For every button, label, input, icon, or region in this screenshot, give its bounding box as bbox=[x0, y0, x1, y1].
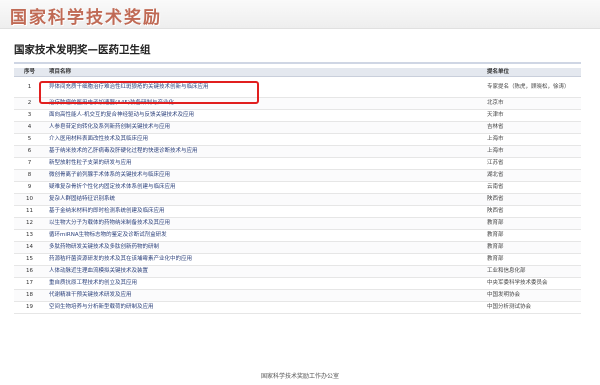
cell-number: 15 bbox=[14, 253, 45, 266]
table-row: 7 新型放射性粒子支架的研发与应用 江苏省 bbox=[14, 157, 581, 170]
cell-number: 4 bbox=[14, 121, 45, 134]
table-row: 18 代谢精准干预关键技术研发及应用 中国发明协会 bbox=[14, 289, 581, 302]
cell-nominating-unit: 北京市 bbox=[483, 97, 581, 110]
column-header-name: 项目名称 bbox=[45, 68, 483, 77]
table-row: 14 多肽药物研发关键技术及多肽创新药物的研制 教育部 bbox=[14, 241, 581, 254]
table-row: 11 基于金纳米材料的即时检测系统创建及临床应用 陕西省 bbox=[14, 205, 581, 218]
cell-project-name: 人参皂苷定向转化及系列新药创制关键技术与应用 bbox=[45, 121, 483, 134]
cell-nominating-unit: 上海市 bbox=[483, 145, 581, 158]
cell-nominating-unit: 专家提名（陈虎，顾晓松，徐涛） bbox=[483, 76, 581, 98]
cell-nominating-unit: 天津市 bbox=[483, 109, 581, 122]
cell-number: 9 bbox=[14, 181, 45, 194]
table-row: 1 异体间充质干细胞治疗难治性红斑狼疮的关键技术创新与临床应用 专家提名（陈虎，顾晓… bbox=[14, 76, 581, 98]
cell-project-name: 以生物大分子为载体的药物纳米制备技术及其应用 bbox=[45, 217, 483, 230]
page-title: 国家技术发明奖—医药卫生组 bbox=[14, 44, 151, 56]
cell-nominating-unit: 江苏省 bbox=[483, 157, 581, 170]
cell-nominating-unit: 上海市 bbox=[483, 133, 581, 146]
cell-project-name: 介入医用材料表面改性技术及其临床应用 bbox=[45, 133, 483, 146]
header-banner: 国家科学技术奖励 bbox=[0, 0, 600, 29]
cell-project-name: 重自质抗原工程技术的创立及其应用 bbox=[45, 277, 483, 290]
cell-nominating-unit: 工业和信息化部 bbox=[483, 265, 581, 278]
cell-project-name: 新型放射性粒子支架的研发与应用 bbox=[45, 157, 483, 170]
cell-nominating-unit: 云南省 bbox=[483, 181, 581, 194]
footer-text: 国家科学技术奖励工作办公室 bbox=[260, 373, 339, 380]
cell-project-name: 循环miRNA生物标志物的鉴定及诊断试剂盒研发 bbox=[45, 229, 483, 242]
cell-project-name: 人体动脉近生理血流模拟关键技术及装置 bbox=[45, 265, 483, 278]
table-row: 9 疑难复杂骨折个性化内固定技术体系创建与临床应用 云南省 bbox=[14, 181, 581, 194]
cell-number: 13 bbox=[14, 229, 45, 242]
cell-nominating-unit: 中国分析测试协会 bbox=[483, 301, 581, 314]
table-row: 5 介入医用材料表面改性技术及其临床应用 上海市 bbox=[14, 133, 581, 146]
cell-project-name: 疑难复杂骨折个性化内固定技术体系创建与临床应用 bbox=[45, 181, 483, 194]
cell-project-name: 面向高性能人-机交互的复合神经驱动与反馈关键技术及应用 bbox=[45, 109, 483, 122]
banner-title: 国家科学技术奖励 bbox=[10, 8, 162, 28]
cell-number: 8 bbox=[14, 169, 45, 182]
cell-project-name: 基于金纳米材料的即时检测系统创建及临床应用 bbox=[45, 205, 483, 218]
cell-number: 18 bbox=[14, 289, 45, 302]
cell-project-name: 治疗肿瘤的医用电子加速器(A45)装备研制与产业化 bbox=[45, 97, 483, 110]
cell-project-name: 代谢精准干预关键技术研发及应用 bbox=[45, 289, 483, 302]
cell-nominating-unit: 教育部 bbox=[483, 217, 581, 230]
heading-divider bbox=[14, 62, 581, 64]
cell-number: 1 bbox=[14, 76, 45, 98]
table-row: 4 人参皂苷定向转化及系列新药创制关键技术与应用 吉林省 bbox=[14, 121, 581, 134]
cell-number: 17 bbox=[14, 277, 45, 290]
cell-number: 14 bbox=[14, 241, 45, 254]
cell-number: 10 bbox=[14, 193, 45, 206]
table-row: 8 微创骨离子前列腺手术体系的关键技术与临床应用 湖北省 bbox=[14, 169, 581, 182]
column-header-no: 序号 bbox=[14, 68, 45, 77]
table-row: 13 循环miRNA生物标志物的鉴定及诊断试剂盒研发 教育部 bbox=[14, 229, 581, 242]
table-row: 6 基于纳米技术的乙肝病毒及肝硬化过程的快速诊断技术与应用 上海市 bbox=[14, 145, 581, 158]
cell-project-name: 多肽药物研发关键技术及多肽创新药物的研制 bbox=[45, 241, 483, 254]
cell-nominating-unit: 湖北省 bbox=[483, 169, 581, 182]
table-row: 19 空间生物培养与分析新型载荷的研制及应用 中国分析测试协会 bbox=[14, 301, 581, 314]
cell-nominating-unit: 教育部 bbox=[483, 229, 581, 242]
table-row: 12 以生物大分子为载体的药物纳米制备技术及其应用 教育部 bbox=[14, 217, 581, 230]
table-row: 2 治疗肿瘤的医用电子加速器(A45)装备研制与产业化 北京市 bbox=[14, 97, 581, 110]
cell-nominating-unit: 陕西省 bbox=[483, 193, 581, 206]
table-row: 16 人体动脉近生理血流模拟关键技术及装置 工业和信息化部 bbox=[14, 265, 581, 278]
cell-number: 5 bbox=[14, 133, 45, 146]
cell-project-name: 药源秸秆菌资源研发的技术及其在该埔霉素产业化中的应用 bbox=[45, 253, 483, 266]
cell-number: 6 bbox=[14, 145, 45, 158]
cell-nominating-unit: 中央军委科学技术委员会 bbox=[483, 277, 581, 290]
cell-number: 7 bbox=[14, 157, 45, 170]
table-header-row: 序号 项目名称 提名单位 bbox=[14, 68, 581, 77]
cell-project-name: 复杂人群固结特征识别系统 bbox=[45, 193, 483, 206]
cell-nominating-unit: 教育部 bbox=[483, 241, 581, 254]
cell-number: 16 bbox=[14, 265, 45, 278]
cell-project-name: 微创骨离子前列腺手术体系的关键技术与临床应用 bbox=[45, 169, 483, 182]
table-row: 17 重自质抗原工程技术的创立及其应用 中央军委科学技术委员会 bbox=[14, 277, 581, 290]
cell-nominating-unit: 中国发明协会 bbox=[483, 289, 581, 302]
column-header-unit: 提名单位 bbox=[483, 68, 581, 77]
table-row: 3 面向高性能人-机交互的复合神经驱动与反馈关键技术及应用 天津市 bbox=[14, 109, 581, 122]
cell-number: 12 bbox=[14, 217, 45, 230]
cell-nominating-unit: 陕西省 bbox=[483, 205, 581, 218]
cell-nominating-unit: 教育部 bbox=[483, 253, 581, 266]
table-row: 10 复杂人群固结特征识别系统 陕西省 bbox=[14, 193, 581, 206]
cell-project-name: 基于纳米技术的乙肝病毒及肝硬化过程的快速诊断技术与应用 bbox=[45, 145, 483, 158]
cell-project-name: 空间生物培养与分析新型载荷的研制及应用 bbox=[45, 301, 483, 314]
table-row: 15 药源秸秆菌资源研发的技术及其在该埔霉素产业化中的应用 教育部 bbox=[14, 253, 581, 266]
cell-number: 11 bbox=[14, 205, 45, 218]
cell-number: 2 bbox=[14, 97, 45, 110]
awards-table: 序号 项目名称 提名单位 1 异体间充质干细胞治疗难治性红斑狼疮的关键技术创新与临… bbox=[14, 68, 581, 314]
cell-number: 19 bbox=[14, 301, 45, 314]
cell-number: 3 bbox=[14, 109, 45, 122]
cell-nominating-unit: 吉林省 bbox=[483, 121, 581, 134]
cell-project-name: 异体间充质干细胞治疗难治性红斑狼疮的关键技术创新与临床应用 bbox=[45, 76, 483, 98]
